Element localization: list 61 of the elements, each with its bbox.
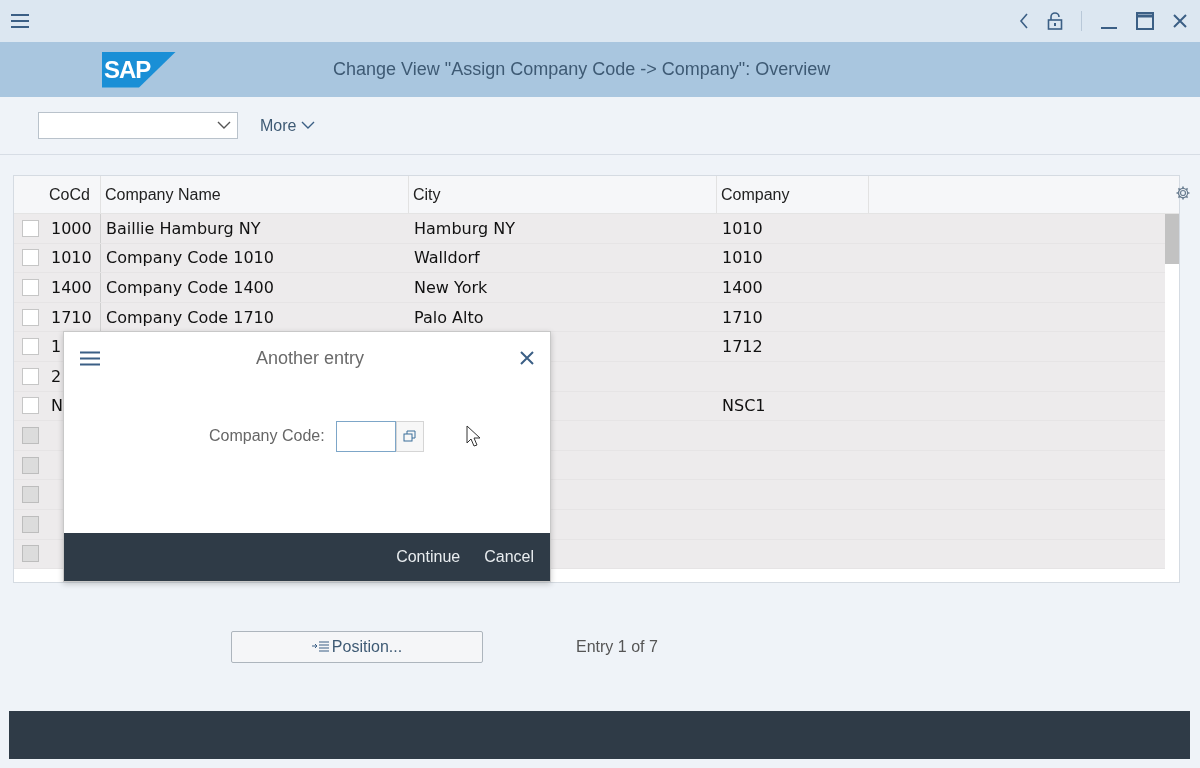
table-cell: Company Code 1010 [106,248,274,268]
menu-icon[interactable] [10,13,30,29]
table-cell: Company Code 1400 [106,278,274,297]
table-cell: Hamburg NY [414,218,515,238]
value-help-icon [402,430,417,442]
column-header[interactable]: City [409,176,717,213]
column-header[interactable]: CoCd [46,176,101,213]
position-button[interactable]: Position... [231,631,483,663]
row-checkbox[interactable] [21,308,39,326]
window-title: Change View "Assign Company Code -> Company": Overview [333,59,831,80]
table-cell: 1710 [51,307,92,327]
dialog-button[interactable]: Continue [388,544,469,570]
column-header[interactable]: Company Name [101,176,409,213]
table-cell: 1000 [51,218,92,238]
field-label: Company Code: [209,427,325,445]
close-icon[interactable] [520,351,534,365]
table-cell: Company Code 1710 [106,307,274,327]
unlock-icon[interactable] [1047,12,1063,30]
row-checkbox[interactable] [21,338,39,356]
row-checkbox[interactable] [21,249,39,267]
table-cell: 1010 [722,218,763,238]
table-cell: Palo Alto [414,307,484,327]
menu-icon[interactable] [80,350,100,366]
row-checkbox[interactable] [21,367,39,385]
table-cell: Baillie Hamburg NY [106,218,261,238]
table-cell: 1400 [722,278,763,297]
logo: SAP [102,51,176,88]
value-help-button[interactable] [395,420,424,452]
table-cell: 1010 [722,248,763,268]
close-icon[interactable] [1172,13,1188,29]
position-icon [311,641,330,653]
chevron-down-icon [217,121,231,130]
row-checkbox[interactable] [21,279,39,296]
row-checkbox[interactable] [21,219,39,237]
maximize-icon[interactable] [1136,12,1154,30]
table-cell: NSC1 [722,396,766,416]
chevron-down-icon [301,121,316,130]
cursor-icon [465,425,482,447]
table-cell: 2 [51,366,62,386]
scrollbar-thumb[interactable] [1165,214,1179,264]
more-button[interactable]: More [260,116,316,135]
table-cell: Walldorf [414,248,480,268]
table-cell: New York [414,278,488,297]
input-field[interactable] [335,420,396,452]
table-row[interactable]: 1710 Company Code 1710 Palo Alto 1710 [14,302,1165,333]
table-cell: 1 [51,337,62,357]
row-checkbox[interactable] [21,397,39,415]
settings-icon[interactable] [1175,185,1191,201]
entry-count: Entry 1 of 7 [576,638,658,656]
table-row[interactable]: 1000 Baillie Hamburg NY Hamburg NY 1010 [14,214,1165,244]
table-cell: 1010 [51,248,92,268]
table-row[interactable]: 1400 Company Code 1400 New York 1400 [14,273,1165,303]
table-cell: N [51,396,63,416]
table-cell: 1400 [51,278,92,297]
table-cell: 1710 [722,307,763,327]
column-header[interactable]: Company [717,176,869,213]
table-cell: 1712 [722,337,763,357]
dropdown-field[interactable] [38,112,238,139]
table-row[interactable]: 1010 Company Code 1010 Walldorf 1010 [14,243,1165,274]
back-icon[interactable] [1019,13,1029,29]
dialog-button[interactable]: Cancel [476,544,542,570]
